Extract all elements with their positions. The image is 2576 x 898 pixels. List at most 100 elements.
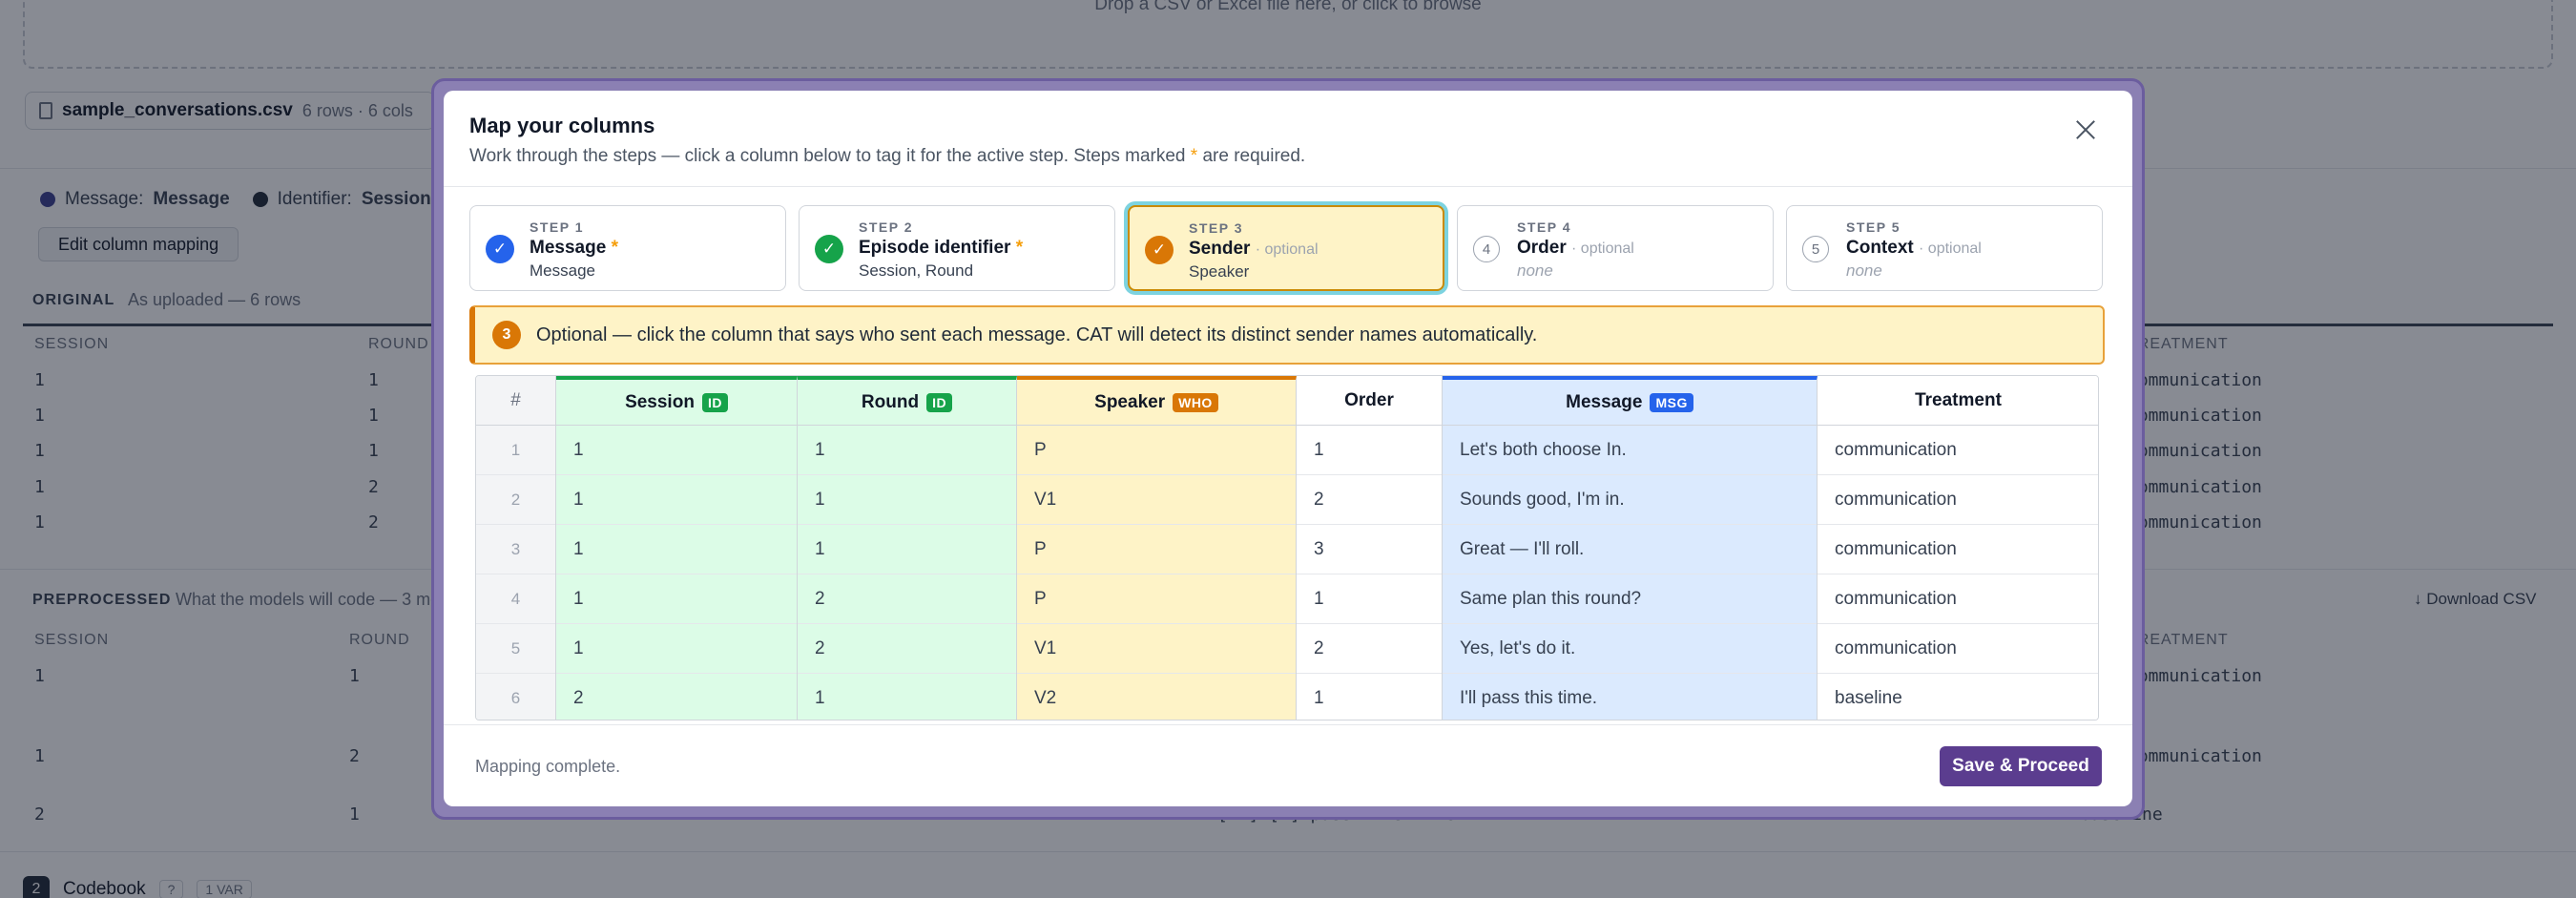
step-label: Message [530,238,607,258]
table-cell: 1 [798,475,1016,525]
table-cell: I'll pass this time. [1443,674,1817,720]
step-name: Episode identifier * [859,238,1023,259]
table-cell: Sounds good, I'm in. [1443,475,1817,525]
modal-title: Map your columns [469,114,655,137]
step-name: Context · optional [1846,238,1982,259]
column-header-label: Order [1344,389,1394,410]
step-number: STEP 5 [1846,219,1901,235]
step-value: Speaker [1189,262,1250,281]
step-digit: 4 [1473,236,1500,262]
step-message[interactable]: ✓ STEP 1 Message * Message [469,205,786,291]
step-number: STEP 4 [1517,219,1571,235]
check-icon: ✓ [1145,236,1174,264]
stepper: ✓ STEP 1 Message * Message ✓ STEP 2 Epis… [469,205,2105,291]
column-header[interactable]: Message MSG [1443,380,1817,426]
step-sender[interactable]: ✓ STEP 3 Sender · optional Speaker [1128,205,1444,291]
column-header-label: Message [1566,391,1643,412]
table-cell: 1 [1297,574,1442,624]
step-label: Sender [1189,239,1251,259]
row-index: 2 [476,475,555,525]
subtitle-text-end: are required. [1197,146,1306,166]
column-mapping-table: # 1 2 3 4 5 6 Session ID 1 1 1 1 1 2 Round ID 1 1 1… [475,375,2099,720]
table-cell: baseline [1818,674,2098,720]
required-star: * [1015,238,1024,258]
table-cell: V2 [1017,674,1296,720]
column-header-label: Session [625,391,695,412]
step-value: none [1517,261,1553,280]
table-cell: 1 [1297,674,1442,720]
header-divider [444,186,2132,187]
table-cell: Let's both choose In. [1443,426,1817,475]
table-cell: V1 [1017,475,1296,525]
table-cell: 1 [798,426,1016,475]
table-cell: 2 [798,574,1016,624]
table-cell: communication [1818,475,2098,525]
column-order[interactable]: Order 1 2 3 1 2 1 [1297,376,1443,720]
table-cell: communication [1818,574,2098,624]
step-value: none [1846,261,1882,280]
footer-divider [444,724,2132,725]
step-name: Sender · optional [1189,239,1319,260]
row-index: 3 [476,525,555,574]
column-speaker[interactable]: Speaker WHO P V1 P P V1 V2 [1017,376,1297,720]
table-cell: 2 [1297,475,1442,525]
step-context[interactable]: 5 STEP 5 Context · optional none [1786,205,2103,291]
save-and-proceed-button[interactable]: Save & Proceed [1940,746,2102,786]
column-header[interactable]: Treatment [1818,376,2098,426]
column-header[interactable]: Round ID [798,380,1016,426]
row-index: 5 [476,624,555,674]
step-optional: · optional [1571,240,1634,257]
table-cell: 1 [798,674,1016,720]
step-number: STEP 1 [530,219,584,235]
table-cell: Yes, let's do it. [1443,624,1817,674]
notice-step-number: 3 [492,321,521,349]
map-columns-modal: Map your columns Work through the steps … [444,91,2132,806]
close-icon[interactable] [2071,115,2100,144]
column-role-badge: WHO [1173,392,1218,412]
step-label: Context [1846,238,1914,258]
step-value: Message [530,261,595,280]
table-cell: 1 [798,525,1016,574]
step-optional: · optional [1255,241,1319,258]
table-cell: 1 [556,475,797,525]
table-cell: V1 [1017,624,1296,674]
table-cell: Great — I'll roll. [1443,525,1817,574]
column-header-label: Speaker [1094,391,1166,412]
table-cell: P [1017,426,1296,475]
column-session[interactable]: Session ID 1 1 1 1 1 2 [556,376,798,720]
step-label: Order [1517,238,1567,258]
table-cell: 3 [1297,525,1442,574]
step-number: STEP 3 [1189,220,1243,236]
table-cell: 2 [556,674,797,720]
column-role-badge: MSG [1650,392,1693,412]
column-header-label: Treatment [1915,389,2002,410]
subtitle-text: Work through the steps — click a column … [469,146,1191,166]
mapping-status: Mapping complete. [475,757,621,776]
column-role-badge: ID [701,392,728,412]
required-star: * [611,238,618,258]
table-cell: communication [1818,624,2098,674]
table-cell: P [1017,525,1296,574]
check-icon: ✓ [486,235,514,263]
table-cell: 1 [556,574,797,624]
check-icon: ✓ [815,235,843,263]
index-column: # 1 2 3 4 5 6 [476,376,556,720]
step-order[interactable]: 4 STEP 4 Order · optional none [1457,205,1774,291]
step-label: Episode identifier [859,238,1011,258]
table-cell: 1 [556,624,797,674]
row-index: 4 [476,574,555,624]
table-cell: 1 [556,426,797,475]
column-header[interactable]: Order [1297,376,1442,426]
table-cell: P [1017,574,1296,624]
column-treatment[interactable]: Treatment communication communication commu… [1818,376,2098,720]
column-round[interactable]: Round ID 1 1 1 2 2 1 [798,376,1017,720]
table-cell: Same plan this round? [1443,574,1817,624]
modal-subtitle: Work through the steps — click a column … [469,146,1305,167]
column-header[interactable]: Speaker WHO [1017,380,1296,426]
table-cell: 2 [1297,624,1442,674]
column-message[interactable]: Message MSG Let's both choose In. Sounds go… [1443,376,1818,720]
step-episode-identifier[interactable]: ✓ STEP 2 Episode identifier * Session, R… [799,205,1115,291]
column-header[interactable]: Session ID [556,380,797,426]
notice-text: Optional — click the column that says wh… [536,324,1538,345]
active-step-notice: 3 Optional — click the column that says … [469,305,2105,365]
